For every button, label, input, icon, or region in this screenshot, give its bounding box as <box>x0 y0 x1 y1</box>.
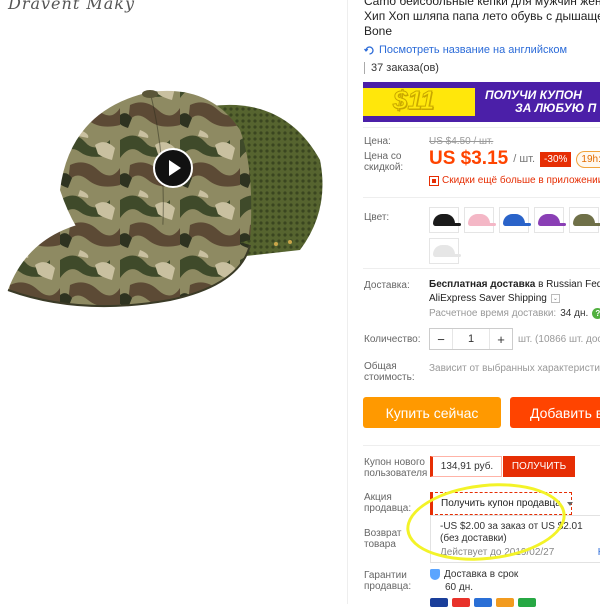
total-cost-label-line: Общая <box>364 361 397 372</box>
translate-title-link[interactable]: Посмотреть название на английском <box>364 44 567 56</box>
new-user-coupon-label-line: пользователя <box>364 468 428 479</box>
countdown-timer: 19h:57 <box>576 150 600 168</box>
product-title: Camo бейсбольные кепки для мужчин жен Хи… <box>364 0 600 39</box>
help-icon[interactable]: ? <box>592 308 600 319</box>
discount-price-label-line: Цена со <box>364 151 402 162</box>
shipping-method-select[interactable]: AliExpress Saver Shipping ⌄ <box>429 293 560 304</box>
returns-label-line: Возврат <box>364 528 402 539</box>
color-swatch-blue[interactable] <box>499 207 531 233</box>
brand-logo: Dravent Maky <box>8 0 135 13</box>
banner-line-2: ЗА ЛЮБУЮ П <box>515 101 597 115</box>
guarantee-label-line: продавца: <box>364 581 412 592</box>
returns-label-line: товара <box>364 539 396 550</box>
chevron-down-icon: ⌄ <box>550 294 560 303</box>
price-label: Цена: <box>364 136 391 147</box>
color-swatch-camo[interactable] <box>569 207 600 233</box>
price-row: US $3.15 / шт. -30% 19h:57 <box>429 148 600 170</box>
current-price: US $3.15 <box>429 148 509 169</box>
total-cost-label-line: стоимость: <box>364 372 415 383</box>
delivery-estimate-label: Расчетное время доставки: <box>429 308 557 319</box>
get-coupon-button[interactable]: ПОЛУЧИТЬ <box>503 456 575 477</box>
cap-thumbnail-icon <box>573 214 600 226</box>
shipping-method: AliExpress Saver Shipping <box>429 293 547 304</box>
on-time-delivery-guarantee: Доставка в срок <box>430 569 518 580</box>
quantity-decrease-button[interactable]: − <box>430 329 452 349</box>
original-price: US $4.50 / шт. <box>429 136 494 147</box>
guarantee-label-line: Гарантии <box>364 570 407 581</box>
app-discount-label: Скидки ещё больше в приложении <box>442 175 600 186</box>
payment-methods <box>430 598 536 607</box>
camo-cap-illustration <box>7 90 323 308</box>
card-icon <box>474 598 492 607</box>
cap-thumbnail-icon <box>468 214 496 226</box>
guarantee-days: 60 дн. <box>445 582 473 593</box>
new-user-coupon-value: 134,91 руб. <box>430 456 502 477</box>
add-to-cart-button[interactable]: Добавить в <box>510 397 600 428</box>
product-title-line: Camo бейсбольные кепки для мужчин жен <box>364 0 600 8</box>
guarantee-line-1: Доставка в срок <box>444 569 519 580</box>
total-cost-value: Зависит от выбранных характеристик <box>429 363 600 374</box>
product-title-line: Хип Хоп шляпа папа лето обувь с дышащей <box>364 9 600 23</box>
cap-thumbnail-icon <box>538 214 566 226</box>
column-divider <box>347 0 348 604</box>
delivery-estimate-value: 34 дн. <box>560 308 589 319</box>
bank-icon <box>518 598 536 607</box>
quantity-stepper: − 1 + <box>429 328 513 350</box>
translate-link-label: Посмотреть название на английском <box>379 44 568 56</box>
orders-count-label: 37 заказа(ов) <box>371 62 439 74</box>
cap-thumbnail-icon <box>433 214 461 226</box>
banner-text: ПОЛУЧИ КУПОН ЗА ЛЮБУЮ П <box>475 88 600 116</box>
discount-price-label: Цена со скидкой: <box>364 151 403 173</box>
qr-code-icon <box>429 175 439 186</box>
section-divider <box>363 445 600 446</box>
cap-thumbnail-icon <box>503 214 531 226</box>
quantity-label: Количество: <box>364 334 421 345</box>
returns-label: Возврат товара <box>364 528 402 550</box>
new-user-coupon-label: Купон нового пользователя <box>364 457 427 479</box>
seller-promo-label-line: продавца: <box>364 503 412 514</box>
color-swatches <box>429 207 600 264</box>
price-unit: / шт. <box>513 153 536 165</box>
orders-count: 37 заказа(ов) <box>364 62 439 74</box>
shipping-label: Доставка: <box>364 280 410 291</box>
quantity-increase-button[interactable]: + <box>490 329 512 349</box>
play-video-button[interactable] <box>153 148 193 188</box>
buy-now-button[interactable]: Купить сейчас <box>363 397 501 428</box>
shipping-title: Бесплатная доставка в Russian Fede <box>429 279 600 290</box>
cap-thumbnail-icon <box>433 245 461 257</box>
section-divider <box>363 197 600 198</box>
available-quantity: шт. (10866 шт. досту <box>518 334 600 345</box>
quantity-input[interactable]: 1 <box>452 329 490 349</box>
section-divider <box>363 268 600 269</box>
caret-down-icon <box>566 501 573 506</box>
color-swatch-pink[interactable] <box>464 207 496 233</box>
coupon-promo-banner[interactable]: $11 ПОЛУЧИ КУПОН ЗА ЛЮБУЮ П <box>363 82 600 122</box>
discount-price-label-line: скидкой: <box>364 162 404 173</box>
color-label: Цвет: <box>364 212 390 223</box>
orders-divider <box>364 62 365 74</box>
seller-promo-label: Акция продавца: <box>364 492 411 514</box>
visa-icon <box>430 598 448 607</box>
banner-amount: $11 <box>392 85 435 116</box>
translate-icon <box>364 45 374 55</box>
color-swatch-white[interactable] <box>429 238 461 264</box>
shipping-destination: в Russian Fede <box>538 279 600 290</box>
product-image[interactable] <box>0 70 340 320</box>
discount-badge: -30% <box>540 151 572 167</box>
new-user-coupon-label-line: Купон нового <box>364 457 425 468</box>
total-cost-label: Общая стоимость: <box>364 361 415 383</box>
seller-promo-label-line: Акция <box>364 492 392 503</box>
color-swatch-black[interactable] <box>429 207 461 233</box>
app-discount-link[interactable]: Скидки ещё больше в приложении <box>429 175 600 186</box>
mastercard-icon <box>452 598 470 607</box>
shield-icon <box>430 569 440 580</box>
color-swatch-purple[interactable] <box>534 207 566 233</box>
free-shipping-text: Бесплатная доставка <box>429 279 536 290</box>
product-title-line: Bone <box>364 24 393 38</box>
guarantee-line-2: 60 дн. <box>445 582 474 593</box>
delivery-estimate: Расчетное время доставки: 34 дн. ? <box>429 308 600 319</box>
section-divider <box>363 127 600 128</box>
wallet-icon <box>496 598 514 607</box>
guarantee-label: Гарантии продавца: <box>364 570 411 592</box>
